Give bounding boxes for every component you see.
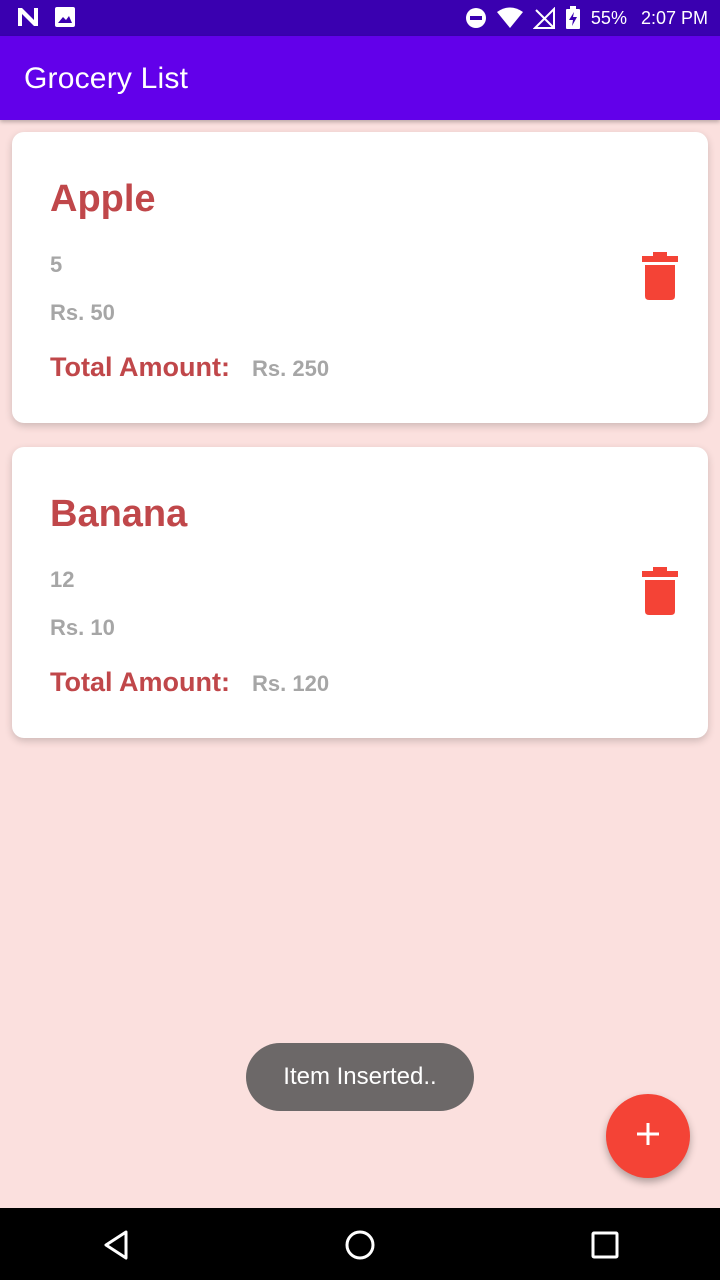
total-amount-label: Total Amount: — [50, 667, 230, 697]
image-icon — [54, 6, 76, 28]
status-bar-right: 55% 2:07 PM — [465, 0, 708, 36]
battery-charging-icon — [565, 6, 581, 30]
back-icon — [100, 1230, 134, 1266]
back-button[interactable] — [100, 1228, 134, 1262]
recents-icon — [588, 1231, 622, 1266]
item-name: Banana — [50, 493, 188, 535]
item-rate: Rs. 50 — [50, 300, 115, 325]
item-name: Apple — [50, 178, 156, 220]
wifi-icon — [496, 7, 523, 29]
trash-icon — [642, 567, 678, 619]
signal-off-icon — [532, 7, 555, 29]
battery-percentage: 55% — [590, 7, 627, 28]
delete-button[interactable] — [642, 252, 684, 302]
item-quantity: 12 — [50, 567, 75, 592]
do-not-disturb-icon — [465, 7, 487, 29]
recents-button[interactable] — [588, 1228, 622, 1262]
delete-button[interactable] — [642, 567, 684, 617]
page-title: Grocery List — [24, 62, 189, 95]
total-amount-value: Rs. 120 — [252, 671, 330, 696]
status-bar-left — [16, 6, 76, 28]
home-button[interactable] — [343, 1228, 377, 1262]
n-icon — [16, 6, 40, 28]
home-icon — [343, 1230, 377, 1266]
navigation-bar — [0, 1208, 720, 1280]
total-amount-label: Total Amount: — [50, 352, 230, 382]
grocery-item-card[interactable]: Apple 5 Rs. 50 Total Amount: Rs. 250 — [12, 132, 708, 423]
total-amount-value: Rs. 250 — [252, 356, 330, 381]
item-rate: Rs. 10 — [50, 615, 115, 640]
status-bar: 55% 2:07 PM — [0, 0, 720, 36]
item-quantity: 5 — [50, 252, 63, 277]
status-time: 2:07 PM — [640, 7, 708, 28]
plus-icon — [636, 1122, 660, 1151]
grocery-item-card[interactable]: Banana 12 Rs. 10 Total Amount: Rs. 120 — [12, 447, 708, 738]
trash-icon — [642, 252, 678, 304]
add-item-button[interactable] — [606, 1094, 690, 1178]
app-bar: Grocery List — [0, 36, 720, 120]
toast-message: Item Inserted.. — [246, 1043, 474, 1111]
